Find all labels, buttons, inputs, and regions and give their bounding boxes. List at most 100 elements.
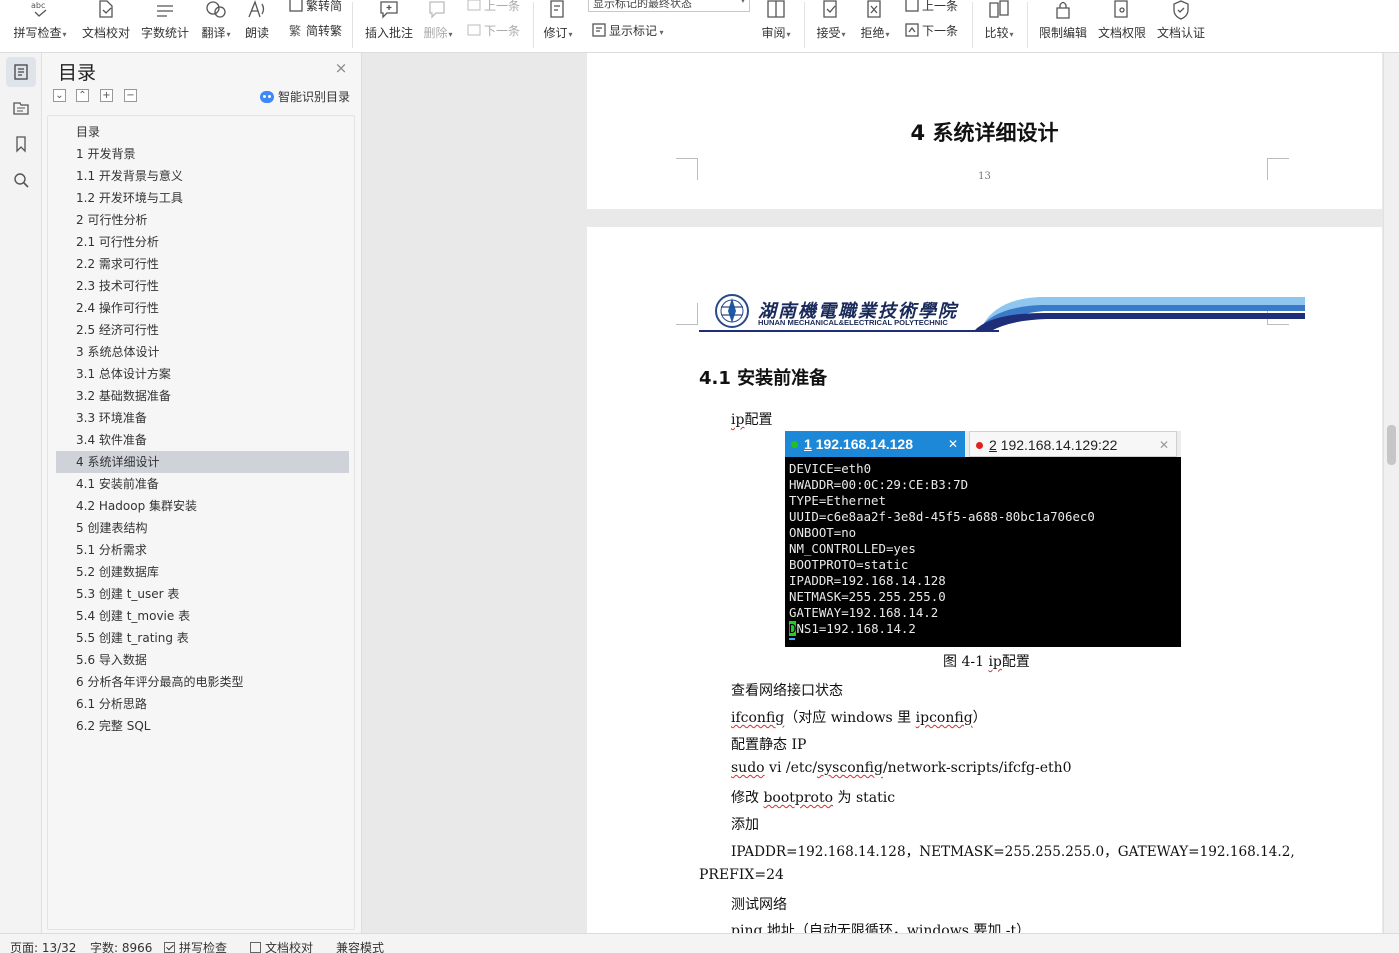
toc-icon	[14, 64, 28, 80]
toc-item[interactable]: 5.2 创建数据库	[56, 561, 349, 583]
status-bar: 页面: 13/32 字数: 8966 拼写检查 文档校对 兼容模式	[0, 933, 1399, 953]
toc-item[interactable]: 3 系统总体设计	[56, 341, 349, 363]
toc-item[interactable]: 4.2 Hadoop 集群安装	[56, 495, 349, 517]
expand-all-button[interactable]: ⌃	[76, 89, 89, 102]
toc-item[interactable]: 5 创建表结构	[56, 517, 349, 539]
insert-comment-button[interactable]: 插入批注	[362, 0, 416, 53]
toc-nav-button[interactable]	[6, 57, 36, 87]
delete-comment-button[interactable]: 删除▾	[420, 0, 456, 53]
ribbon-separator	[972, 2, 973, 48]
collapse-all-button[interactable]: ⌄	[53, 89, 66, 102]
checkbox-icon	[164, 942, 175, 953]
toc-item[interactable]: 5.5 创建 t_rating 表	[56, 627, 349, 649]
doc-permission-icon	[1111, 0, 1133, 20]
paragraph: PREFIX=24	[699, 867, 784, 883]
page-number: 13	[978, 171, 991, 182]
toc-item[interactable]: 5.4 创建 t_movie 表	[56, 605, 349, 627]
restrict-edit-button[interactable]: 限制编辑	[1036, 0, 1090, 53]
next-comment-button[interactable]: 下一条	[467, 22, 520, 38]
toc-item[interactable]: 2.1 可行性分析	[56, 231, 349, 253]
terminal-line: GATEWAY=192.168.14.2	[789, 605, 939, 620]
toc-item[interactable]: 2.3 技术可行性	[56, 275, 349, 297]
show-markup-button[interactable]: 显示标记 ▾	[592, 22, 664, 38]
crop-mark	[676, 303, 698, 325]
terminal-line: NM_CONTROLLED=yes	[789, 541, 916, 556]
toc-item[interactable]: 6 分析各年评分最高的电影类型	[56, 671, 349, 693]
toc-item[interactable]: 6.1 分析思路	[56, 693, 349, 715]
ribbon-toolbar: abc 拼写检查▾ 文档校对 字数统计 翻译▾ 朗读 繁转简 繁简转繁 插入批注…	[0, 0, 1399, 53]
reject-button[interactable]: 拒绝▾	[856, 0, 894, 53]
toc-item[interactable]: 5.1 分析需求	[56, 539, 349, 561]
accept-button[interactable]: 接受▾	[812, 0, 850, 53]
toc-item[interactable]: 目录	[56, 121, 349, 143]
read-aloud-button[interactable]: 朗读	[240, 0, 274, 53]
next-change-button[interactable]: 下一条	[905, 22, 958, 38]
toc-item[interactable]: 5.3 创建 t_user 表	[56, 583, 349, 605]
paragraph-ip-config: ip配置	[731, 412, 773, 428]
review-pane-icon	[765, 0, 787, 20]
reject-icon	[864, 0, 886, 20]
toc-item[interactable]: 2.2 需求可行性	[56, 253, 349, 275]
word-count-indicator[interactable]: 字数: 8966	[90, 939, 152, 953]
remove-heading-button[interactable]: −	[124, 89, 137, 102]
spell-check-button[interactable]: abc 拼写检查▾	[8, 0, 72, 53]
spell-check-icon: abc	[29, 0, 51, 20]
close-icon[interactable]: ×	[334, 61, 348, 76]
toc-item[interactable]: 2.4 操作可行性	[56, 297, 349, 319]
paragraph: 配置静态 IP	[731, 737, 807, 753]
doc-proof-toggle[interactable]: 文档校对	[250, 939, 313, 953]
vertical-scrollbar[interactable]	[1383, 53, 1399, 933]
search-nav-button[interactable]	[6, 165, 36, 195]
next-comment-icon	[467, 23, 481, 37]
prev-comment-icon	[467, 0, 481, 12]
paragraph: 测试网络	[731, 897, 787, 913]
terminal-line: BOOTPROTO=static	[789, 557, 909, 572]
close-icon: ✕	[1158, 438, 1169, 452]
markup-state-select[interactable]: 显示标记的最终状态▼	[588, 0, 750, 12]
close-icon: ✕	[947, 437, 958, 451]
toc-item[interactable]: 4.1 安装前准备	[56, 473, 349, 495]
doc-cert-button[interactable]: 文档认证	[1154, 0, 1208, 53]
toc-item[interactable]: 5.6 导入数据	[56, 649, 349, 671]
toc-item[interactable]: 1 开发背景	[56, 143, 349, 165]
scrollbar-thumb[interactable]	[1387, 425, 1396, 465]
toc-item[interactable]: 3.2 基础数据准备	[56, 385, 349, 407]
add-heading-button[interactable]: +	[100, 89, 113, 102]
show-markup-icon	[592, 23, 606, 37]
toc-item[interactable]: 1.2 开发环境与工具	[56, 187, 349, 209]
toc-item[interactable]: 6.2 完整 SQL	[56, 715, 349, 737]
bookmark-nav-button[interactable]	[6, 129, 36, 159]
checkbox-icon	[250, 942, 261, 953]
prev-comment-button[interactable]: 上一条	[467, 0, 520, 13]
compare-button[interactable]: 比较▾	[980, 0, 1018, 53]
toc-item[interactable]: 3.4 软件准备	[56, 429, 349, 451]
toc-item[interactable]: 2 可行性分析	[56, 209, 349, 231]
track-changes-button[interactable]: 修订▾	[540, 0, 576, 53]
read-aloud-icon	[246, 0, 268, 20]
chapter-nav-button[interactable]	[6, 93, 36, 123]
page-14: 湖南機電職業技術學院 HUNAN MECHANICAL&ELECTRICAL P…	[587, 227, 1382, 933]
paragraph: ping 地址（自动无限循环，windows 要加 -t）	[731, 923, 1031, 933]
document-canvas[interactable]: 4 系统详细设计 13 湖南機電職業技術學院 HUNAN MECHANICAL&…	[362, 53, 1399, 933]
prev-change-button[interactable]: 上一条	[905, 0, 958, 13]
spell-check-toggle[interactable]: 拼写检查	[164, 939, 227, 953]
terminal-tab-1: 1 192.168.14.128 ✕	[785, 431, 965, 457]
word-count-button[interactable]: 字数统计	[138, 0, 192, 53]
paragraph: sudo vi /etc/sysconfig/network-scripts/i…	[731, 760, 1072, 776]
toc-item[interactable]: 3.3 环境准备	[56, 407, 349, 429]
toc-item[interactable]: 2.5 经济可行性	[56, 319, 349, 341]
doc-proof-button[interactable]: 文档校对	[78, 0, 134, 53]
toc-item[interactable]: 3.1 总体设计方案	[56, 363, 349, 385]
doc-permission-button[interactable]: 文档权限	[1095, 0, 1149, 53]
simp-to-trad-button[interactable]: 繁简转繁	[289, 22, 342, 38]
page-indicator[interactable]: 页面: 13/32	[10, 939, 76, 953]
translate-button[interactable]: 翻译▾	[196, 0, 236, 53]
track-changes-icon	[547, 0, 569, 20]
toc-item[interactable]: 4 系统详细设计	[56, 451, 349, 473]
toc-item[interactable]: 1.1 开发背景与意义	[56, 165, 349, 187]
smart-toc-button[interactable]: 智能识别目录	[260, 88, 350, 105]
paragraph: 查看网络接口状态	[731, 683, 843, 699]
chevron-up-icon: ⌃	[78, 90, 87, 101]
trad-to-simp-button[interactable]: 繁转简	[289, 0, 342, 13]
review-pane-button[interactable]: 审阅▾	[756, 0, 796, 53]
